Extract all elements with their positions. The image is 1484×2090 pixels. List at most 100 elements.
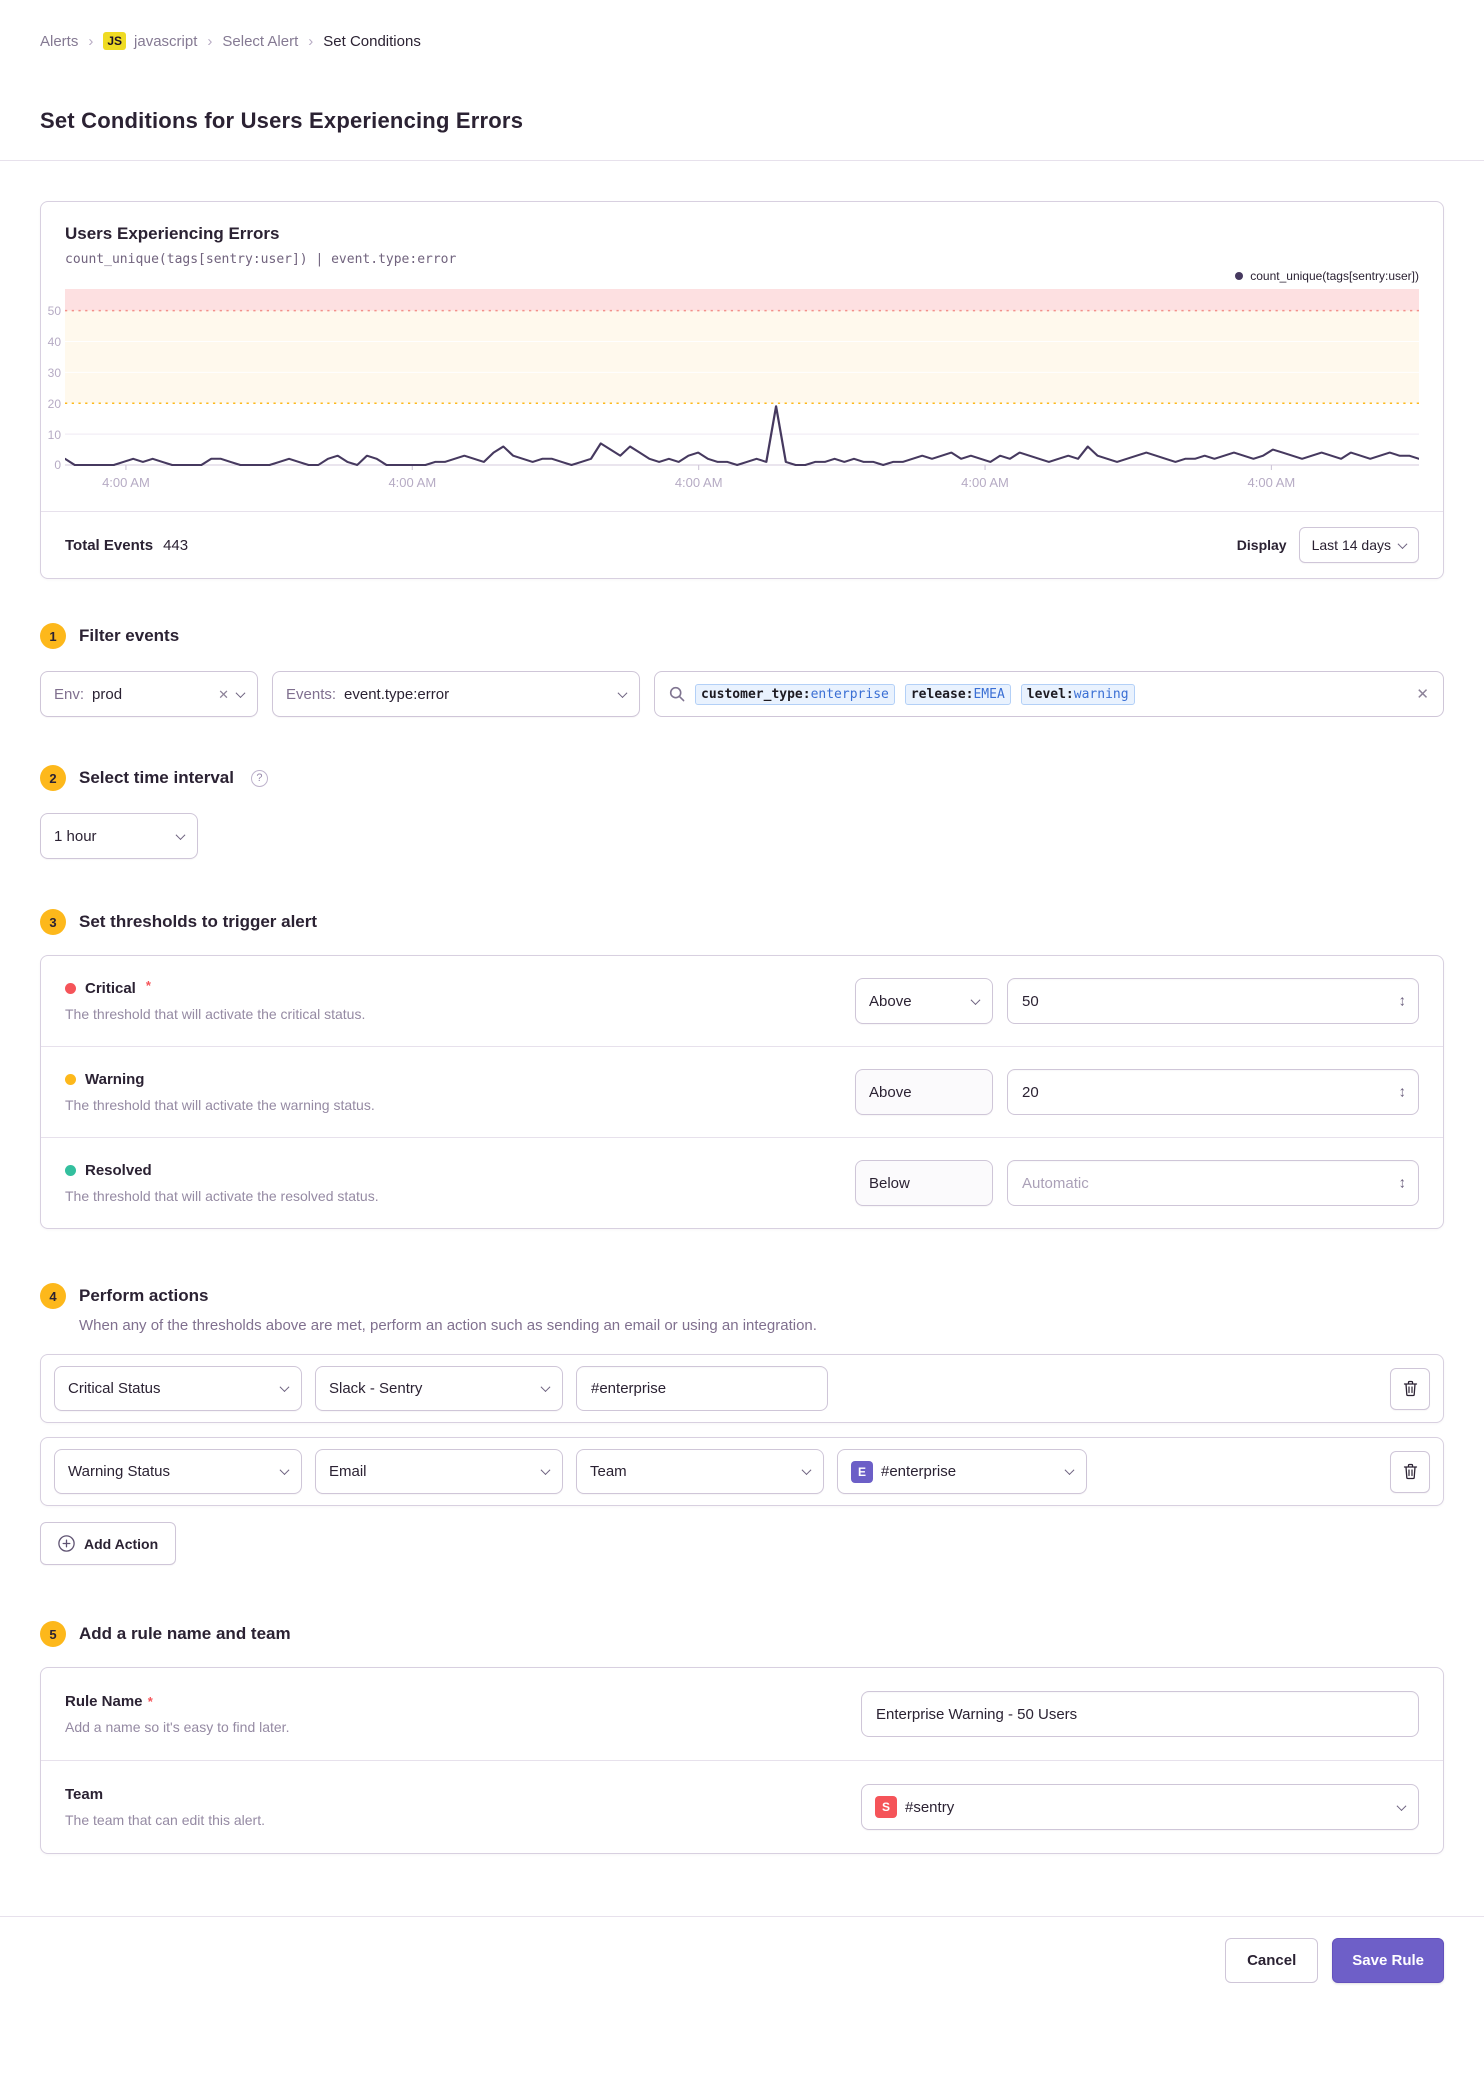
chevron-down-icon — [970, 995, 981, 1005]
chart-query: count_unique(tags[sentry:user]) | event.… — [65, 252, 457, 268]
action-team-value: #enterprise — [881, 1463, 957, 1481]
step-number-badge: 2 — [40, 765, 66, 792]
thresholds-title: Set thresholds to trigger alert — [79, 912, 318, 932]
number-stepper-icon[interactable]: ↕ — [1399, 993, 1407, 1010]
time-interval-value: 1 hour — [54, 827, 97, 845]
rule-name-label: Rule Name — [65, 1693, 143, 1711]
rule-team-value: #sentry — [905, 1798, 955, 1816]
chevron-down-icon — [175, 830, 186, 840]
resolved-condition-box: Below — [855, 1160, 993, 1207]
total-events-label: Total Events — [65, 536, 154, 554]
warning-condition-value: Above — [869, 1083, 912, 1101]
search-token[interactable]: level: warning — [1020, 683, 1135, 705]
warning-threshold-row: Warning The threshold that will activate… — [41, 1046, 1443, 1137]
display-range-dropdown[interactable]: Last 14 days — [1298, 527, 1419, 564]
x-axis-tick-label: 4:00 AM — [674, 475, 723, 491]
search-token[interactable]: release: EMEA — [904, 683, 1011, 705]
breadcrumb-project-label: javascript — [134, 32, 198, 50]
delete-action-button[interactable] — [1390, 1367, 1430, 1410]
time-interval-select[interactable]: 1 hour — [40, 813, 198, 860]
x-axis-tick-label: 4:00 AM — [961, 475, 1009, 491]
action-status-select[interactable]: Warning Status — [54, 1449, 302, 1495]
rule-name-title: Add a rule name and team — [79, 1624, 291, 1644]
action-service-select[interactable]: Email — [315, 1449, 563, 1495]
chevron-down-icon — [279, 1382, 290, 1393]
number-stepper-icon[interactable]: ↕ — [1399, 1084, 1407, 1101]
resolved-status-dot-icon — [65, 1165, 76, 1177]
token-key: customer_type: — [701, 686, 811, 702]
breadcrumb-select-alert[interactable]: Select Alert — [222, 33, 298, 50]
token-key: level: — [1026, 686, 1074, 702]
environment-clear-icon[interactable]: ✕ — [218, 688, 229, 701]
plus-circle-icon — [58, 1535, 75, 1553]
chevron-down-icon — [617, 688, 628, 698]
action-team-select[interactable]: E #enterprise — [837, 1449, 1087, 1495]
environment-select[interactable]: Env: prod ✕ — [40, 671, 258, 718]
critical-condition-select[interactable]: Above — [855, 978, 993, 1025]
javascript-project-icon: JS — [103, 32, 127, 51]
y-axis-tick-label: 40 — [47, 334, 61, 349]
action-service-select[interactable]: Slack - Sentry — [315, 1366, 563, 1412]
team-label: Team — [65, 1786, 104, 1804]
team-avatar-icon: E — [851, 1460, 873, 1483]
breadcrumb: Alerts › JS javascript › Select Alert › … — [0, 0, 1484, 51]
environment-select-value: prod — [92, 685, 123, 703]
footer-actions: Cancel Save Rule — [0, 1917, 1484, 1984]
search-token[interactable]: customer_type: enterprise — [695, 683, 895, 705]
action-target-type-value: Team — [590, 1463, 627, 1481]
action-service-value: Email — [329, 1463, 367, 1481]
critical-threshold-input[interactable]: 50 ↕ — [1007, 978, 1419, 1025]
perform-actions-description: When any of the thresholds above are met… — [79, 1317, 817, 1335]
legend-series-dot-icon — [1235, 272, 1244, 281]
rule-name-input[interactable]: Enterprise Warning - 50 Users — [861, 1691, 1419, 1738]
section-thresholds: 3 Set thresholds to trigger alert Critic… — [40, 909, 1444, 1230]
resolved-threshold-row: Resolved The threshold that will activat… — [41, 1137, 1443, 1228]
chart-svg — [65, 289, 1419, 471]
step-number-badge: 3 — [40, 909, 66, 936]
required-asterisk: * — [147, 1694, 153, 1710]
filter-search-input[interactable]: customer_type: enterprise release: EMEA le… — [654, 671, 1444, 718]
y-axis-tick-label: 30 — [47, 365, 61, 380]
display-label: Display — [1236, 537, 1287, 554]
chevron-down-icon — [1397, 539, 1408, 549]
token-value: warning — [1073, 686, 1129, 702]
action-status-select[interactable]: Critical Status — [54, 1366, 302, 1412]
action-channel-value: #enterprise — [591, 1380, 667, 1398]
critical-condition-value: Above — [869, 992, 912, 1010]
chevron-down-icon — [540, 1382, 551, 1393]
help-icon[interactable]: ? — [250, 769, 268, 787]
breadcrumb-alerts[interactable]: Alerts — [40, 33, 78, 50]
rule-team-select[interactable]: S #sentry — [861, 1784, 1419, 1831]
breadcrumb-set-conditions: Set Conditions — [323, 32, 421, 50]
trash-icon — [1403, 1381, 1417, 1397]
y-axis-tick-label: 20 — [47, 396, 61, 411]
events-select-value: event.type:error — [344, 685, 450, 703]
token-key: release: — [910, 686, 974, 702]
x-axis-tick-label: 4:00 AM — [1247, 475, 1296, 491]
resolved-threshold-placeholder: Automatic — [1022, 1174, 1089, 1192]
display-range-value: Last 14 days — [1311, 537, 1391, 554]
cancel-button[interactable]: Cancel — [1225, 1938, 1319, 1984]
resolved-label: Resolved — [85, 1162, 152, 1180]
warning-threshold-input[interactable]: 20 ↕ — [1007, 1069, 1419, 1116]
time-interval-title: Select time interval — [79, 768, 234, 788]
add-action-button[interactable]: Add Action — [40, 1522, 177, 1566]
critical-threshold-value: 50 — [1022, 992, 1039, 1010]
rule-name-value: Enterprise Warning - 50 Users — [876, 1705, 1078, 1723]
search-clear-icon[interactable]: ✕ — [1416, 687, 1429, 702]
action-target-type-select[interactable]: Team — [576, 1449, 824, 1495]
events-type-select[interactable]: Events: event.type:error — [272, 671, 640, 718]
save-rule-button[interactable]: Save Rule — [1332, 1938, 1444, 1984]
rule-name-row: Rule Name * Add a name so it's easy to f… — [41, 1668, 1443, 1760]
section-perform-actions: 4 Perform actions When any of the thresh… — [40, 1283, 1444, 1566]
chevron-down-icon — [1396, 1801, 1407, 1811]
delete-action-button[interactable] — [1390, 1450, 1430, 1493]
chevron-down-icon — [235, 688, 246, 698]
action-status-value: Critical Status — [68, 1380, 161, 1398]
title-divider — [0, 160, 1484, 162]
action-channel-input[interactable]: #enterprise — [576, 1366, 828, 1412]
number-stepper-icon[interactable]: ↕ — [1399, 1175, 1407, 1192]
breadcrumb-project[interactable]: JS javascript — [103, 32, 198, 51]
warning-threshold-value: 20 — [1022, 1083, 1039, 1101]
resolved-threshold-input[interactable]: Automatic ↕ — [1007, 1160, 1419, 1207]
